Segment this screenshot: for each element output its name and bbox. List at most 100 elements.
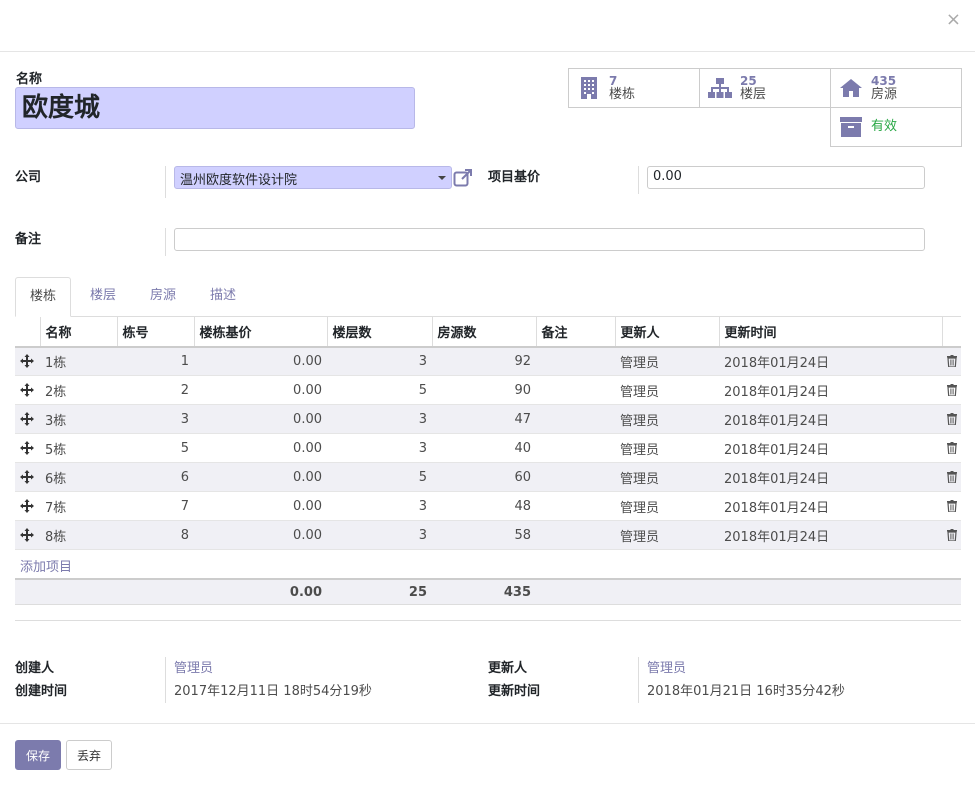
cell-updater[interactable]: 管理员 bbox=[615, 520, 719, 550]
stat-button-active[interactable]: 有效 bbox=[830, 107, 962, 147]
cell-number[interactable]: 8 bbox=[117, 520, 194, 550]
drag-handle-icon[interactable] bbox=[20, 441, 34, 455]
table-row[interactable]: 3栋 3 0.00 3 47 管理员 2018年01月24日 bbox=[15, 404, 961, 434]
cell-floors[interactable]: 3 bbox=[327, 404, 432, 434]
cell-note[interactable] bbox=[536, 520, 615, 550]
drag-handle-icon[interactable] bbox=[20, 412, 34, 426]
drag-handle-icon[interactable] bbox=[20, 383, 34, 397]
cell-floors[interactable]: 3 bbox=[327, 433, 432, 463]
cell-rooms[interactable]: 48 bbox=[432, 491, 536, 521]
tab-rooms[interactable]: 房源 bbox=[136, 277, 190, 317]
cell-rooms[interactable]: 58 bbox=[432, 520, 536, 550]
table-row[interactable]: 5栋 5 0.00 3 40 管理员 2018年01月24日 bbox=[15, 433, 961, 463]
trash-icon[interactable] bbox=[947, 500, 957, 513]
drag-handle-icon[interactable] bbox=[20, 528, 34, 542]
cell-number[interactable]: 6 bbox=[117, 462, 194, 492]
trash-icon[interactable] bbox=[947, 529, 957, 542]
cell-floors[interactable]: 5 bbox=[327, 375, 432, 405]
cell-note[interactable] bbox=[536, 491, 615, 521]
col-price[interactable]: 楼栋基价 bbox=[194, 316, 328, 348]
drag-handle-icon[interactable] bbox=[20, 354, 34, 369]
cell-updater[interactable]: 管理员 bbox=[615, 375, 719, 405]
cell-price[interactable]: 0.00 bbox=[194, 520, 327, 550]
cell-number[interactable]: 3 bbox=[117, 404, 194, 434]
stat-button-rooms[interactable]: 435 房源 bbox=[830, 68, 962, 108]
cell-price[interactable]: 0.00 bbox=[194, 491, 327, 521]
company-select[interactable]: 温州欧度软件设计院 bbox=[174, 166, 452, 189]
cell-updated[interactable]: 2018年01月24日 bbox=[719, 462, 942, 492]
trash-icon[interactable] bbox=[947, 471, 957, 484]
col-updater[interactable]: 更新人 bbox=[615, 316, 720, 348]
external-link-icon[interactable] bbox=[453, 168, 473, 188]
base-price-input[interactable]: 0.00 bbox=[647, 166, 925, 189]
col-number[interactable]: 栋号 bbox=[117, 316, 195, 348]
trash-icon[interactable] bbox=[947, 413, 957, 426]
stat-button-buildings[interactable]: 7 楼栋 bbox=[568, 68, 700, 108]
cell-floors[interactable]: 5 bbox=[327, 462, 432, 492]
chevron-down-icon[interactable] bbox=[438, 176, 446, 180]
add-line-link[interactable]: 添加项目 bbox=[20, 556, 72, 575]
table-row[interactable]: 2栋 2 0.00 5 90 管理员 2018年01月24日 bbox=[15, 375, 961, 405]
cell-number[interactable]: 5 bbox=[117, 433, 194, 463]
cell-price[interactable]: 0.00 bbox=[194, 433, 327, 463]
cell-name[interactable]: 1栋 bbox=[40, 346, 117, 376]
cell-number[interactable]: 2 bbox=[117, 375, 194, 405]
col-updated[interactable]: 更新时间 bbox=[719, 316, 943, 348]
drag-handle-icon[interactable] bbox=[20, 499, 34, 513]
table-row[interactable]: 8栋 8 0.00 3 58 管理员 2018年01月24日 bbox=[15, 520, 961, 550]
cell-floors[interactable]: 3 bbox=[327, 520, 432, 550]
close-icon[interactable]: × bbox=[946, 8, 961, 32]
cell-floors[interactable]: 3 bbox=[327, 346, 432, 376]
cell-number[interactable]: 1 bbox=[117, 346, 194, 376]
table-row[interactable]: 6栋 6 0.00 5 60 管理员 2018年01月24日 bbox=[15, 462, 961, 492]
discard-button[interactable]: 丢弃 bbox=[66, 740, 112, 770]
cell-updated[interactable]: 2018年01月24日 bbox=[719, 520, 942, 550]
table-row[interactable]: 1栋 1 0.00 3 92 管理员 2018年01月24日 bbox=[15, 346, 961, 376]
cell-updater[interactable]: 管理员 bbox=[615, 491, 719, 521]
col-name[interactable]: 名称 bbox=[40, 316, 118, 348]
cell-price[interactable]: 0.00 bbox=[194, 346, 327, 376]
cell-note[interactable] bbox=[536, 433, 615, 463]
col-rooms[interactable]: 房源数 bbox=[432, 316, 537, 348]
cell-price[interactable]: 0.00 bbox=[194, 462, 327, 492]
cell-updated[interactable]: 2018年01月24日 bbox=[719, 346, 942, 376]
trash-icon[interactable] bbox=[947, 442, 957, 455]
cell-note[interactable] bbox=[536, 375, 615, 405]
cell-note[interactable] bbox=[536, 404, 615, 434]
cell-updater[interactable]: 管理员 bbox=[615, 462, 719, 492]
note-input[interactable] bbox=[174, 228, 925, 251]
cell-updated[interactable]: 2018年01月24日 bbox=[719, 491, 942, 521]
cell-updater[interactable]: 管理员 bbox=[615, 404, 719, 434]
cell-rooms[interactable]: 47 bbox=[432, 404, 536, 434]
created-by-link[interactable]: 管理员 bbox=[174, 657, 213, 676]
tab-description[interactable]: 描述 bbox=[196, 277, 250, 317]
cell-updated[interactable]: 2018年01月24日 bbox=[719, 433, 942, 463]
col-floors[interactable]: 楼层数 bbox=[327, 316, 433, 348]
table-row[interactable]: 7栋 7 0.00 3 48 管理员 2018年01月24日 bbox=[15, 491, 961, 521]
cell-name[interactable]: 6栋 bbox=[40, 462, 117, 492]
cell-rooms[interactable]: 60 bbox=[432, 462, 536, 492]
cell-rooms[interactable]: 40 bbox=[432, 433, 536, 463]
cell-price[interactable]: 0.00 bbox=[194, 404, 327, 434]
trash-icon[interactable] bbox=[947, 384, 957, 397]
cell-name[interactable]: 5栋 bbox=[40, 433, 117, 463]
cell-note[interactable] bbox=[536, 346, 615, 376]
tab-floors[interactable]: 楼层 bbox=[76, 277, 130, 317]
col-note[interactable]: 备注 bbox=[536, 316, 616, 348]
updated-by-link[interactable]: 管理员 bbox=[647, 657, 686, 676]
cell-name[interactable]: 8栋 bbox=[40, 520, 117, 550]
cell-rooms[interactable]: 90 bbox=[432, 375, 536, 405]
stat-button-floors[interactable]: 25 楼层 bbox=[699, 68, 831, 108]
cell-price[interactable]: 0.00 bbox=[194, 375, 327, 405]
name-input[interactable]: 欧度城 bbox=[15, 87, 415, 129]
cell-floors[interactable]: 3 bbox=[327, 491, 432, 521]
save-button[interactable]: 保存 bbox=[15, 740, 61, 770]
drag-handle-icon[interactable] bbox=[20, 470, 34, 484]
cell-updater[interactable]: 管理员 bbox=[615, 346, 719, 376]
cell-name[interactable]: 3栋 bbox=[40, 404, 117, 434]
cell-name[interactable]: 2栋 bbox=[40, 375, 117, 405]
cell-updated[interactable]: 2018年01月24日 bbox=[719, 375, 942, 405]
cell-number[interactable]: 7 bbox=[117, 491, 194, 521]
cell-note[interactable] bbox=[536, 462, 615, 492]
tab-buildings[interactable]: 楼栋 bbox=[15, 277, 72, 317]
